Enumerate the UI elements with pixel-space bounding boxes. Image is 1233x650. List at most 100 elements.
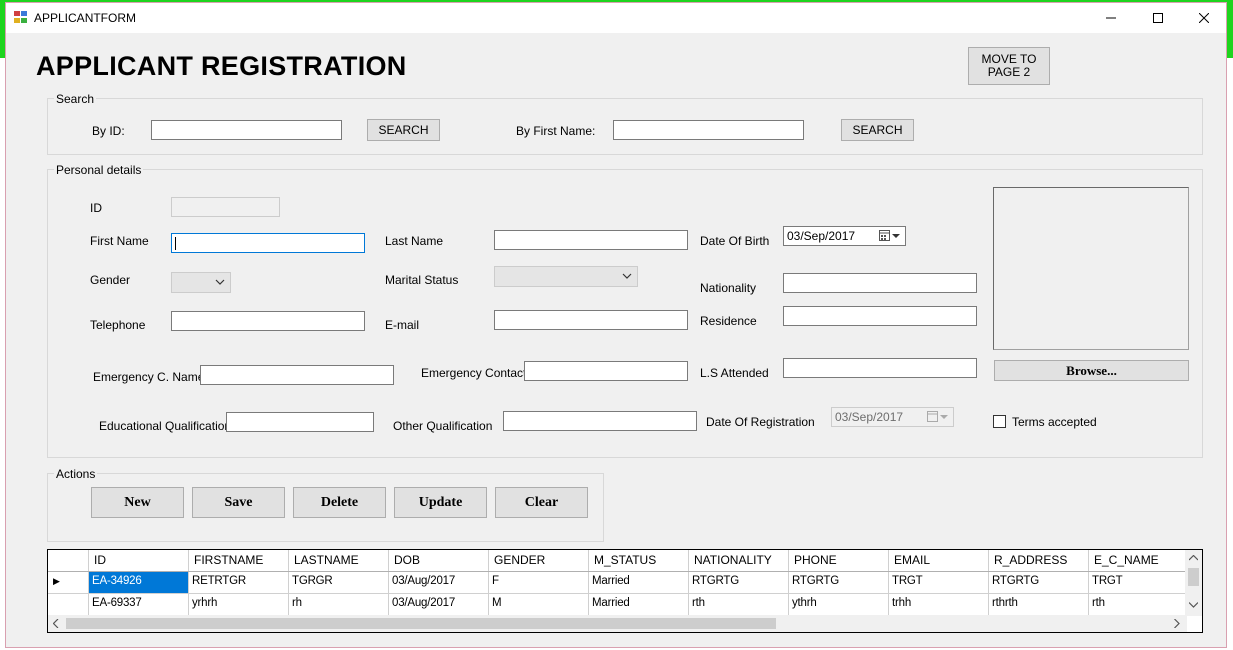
vertical-scroll-thumb[interactable] [1188, 568, 1199, 586]
title-bar[interactable]: APPLICANTFORM [6, 3, 1226, 33]
table-cell[interactable]: rth [1089, 594, 1187, 615]
table-cell[interactable]: ythrh [789, 594, 889, 615]
table-cell[interactable]: 03/Aug/2017 [389, 572, 489, 593]
table-cell[interactable]: Married [589, 572, 689, 593]
telephone-input[interactable] [171, 311, 365, 331]
table-cell[interactable]: TRGT [1089, 572, 1187, 593]
terms-checkbox[interactable] [993, 415, 1006, 428]
actions-group-title: Actions [54, 467, 98, 481]
table-cell[interactable]: M [489, 594, 589, 615]
id-field [171, 197, 280, 217]
marital-status-select[interactable] [494, 266, 638, 287]
by-first-name-label: By First Name: [516, 124, 596, 138]
table-cell[interactable]: 03/Aug/2017 [389, 594, 489, 615]
column-header[interactable]: LASTNAME [289, 550, 389, 571]
column-header[interactable]: DOB [389, 550, 489, 571]
column-header[interactable]: M_STATUS [589, 550, 689, 571]
chevron-down-icon [622, 273, 632, 279]
table-cell[interactable]: TRGT [889, 572, 989, 593]
date-of-birth-label: Date Of Birth [700, 234, 770, 248]
row-selector[interactable] [48, 594, 89, 615]
table-cell[interactable]: yrhrh [189, 594, 289, 615]
grid-header-row: ID FIRSTNAME LASTNAME DOB GENDER M_STATU… [48, 550, 1187, 572]
table-cell[interactable]: RETRTGR [189, 572, 289, 593]
other-qualification-input[interactable] [503, 411, 697, 431]
table-cell[interactable]: rthrth [989, 594, 1089, 615]
table-cell[interactable]: EA-34926 [89, 572, 189, 593]
minimize-button[interactable] [1088, 3, 1134, 33]
table-cell[interactable]: F [489, 572, 589, 593]
table-cell[interactable]: TGRGR [289, 572, 389, 593]
date-of-registration-value: 03/Sep/2017 [835, 410, 904, 424]
emergency-name-label: Emergency C. Name [93, 370, 205, 384]
table-cell[interactable]: RTGRTG [789, 572, 889, 593]
current-row-icon: ▶ [53, 576, 60, 586]
maximize-button[interactable] [1135, 3, 1181, 33]
search-by-first-name-input[interactable] [613, 120, 804, 140]
table-row[interactable]: ▶ EA-34926 RETRTGR TGRGR 03/Aug/2017 F M… [48, 572, 1187, 594]
calendar-dropdown-icon [879, 230, 900, 241]
scroll-up-icon[interactable] [1189, 555, 1198, 561]
scroll-right-icon[interactable] [1174, 619, 1180, 628]
column-header[interactable]: R_ADDRESS [989, 550, 1089, 571]
emergency-name-input[interactable] [200, 365, 394, 385]
date-of-birth-picker[interactable]: 03/Sep/2017 [783, 226, 906, 246]
educational-qualification-label: Educational Qualification [99, 419, 232, 433]
search-by-id-button[interactable]: SEARCH [367, 119, 440, 141]
window-title: APPLICANTFORM [34, 11, 137, 25]
by-id-label: By ID: [92, 124, 125, 138]
scroll-down-icon[interactable] [1189, 602, 1198, 608]
ls-attended-input[interactable] [783, 358, 977, 378]
table-cell[interactable]: rh [289, 594, 389, 615]
column-header[interactable]: ID [89, 550, 189, 571]
browse-button[interactable]: Browse... [994, 360, 1189, 381]
gender-label: Gender [90, 273, 131, 287]
table-cell[interactable]: EA-69337 [89, 594, 189, 615]
column-header[interactable]: E_C_NAME [1089, 550, 1187, 571]
applicant-photo [993, 187, 1189, 350]
calendar-dropdown-icon [927, 411, 948, 422]
new-button[interactable]: New [91, 487, 184, 518]
educational-qualification-input[interactable] [226, 412, 374, 432]
first-name-input[interactable] [171, 233, 365, 253]
horizontal-scrollbar[interactable] [48, 615, 1187, 632]
table-row[interactable]: EA-69337 yrhrh rh 03/Aug/2017 M Married … [48, 594, 1187, 616]
clear-button[interactable]: Clear [495, 487, 588, 518]
close-button[interactable] [1181, 3, 1227, 33]
table-cell[interactable]: RTGRTG [989, 572, 1089, 593]
residence-label: Residence [700, 314, 757, 328]
table-cell[interactable]: trhh [889, 594, 989, 615]
table-cell[interactable]: Married [589, 594, 689, 615]
update-button[interactable]: Update [394, 487, 487, 518]
save-button[interactable]: Save [192, 487, 285, 518]
search-by-id-input[interactable] [151, 120, 342, 140]
date-of-registration-label: Date Of Registration [706, 415, 815, 429]
telephone-label: Telephone [90, 318, 146, 332]
column-header[interactable]: PHONE [789, 550, 889, 571]
column-header[interactable]: EMAIL [889, 550, 989, 571]
email-label: E-mail [385, 318, 420, 332]
table-cell[interactable]: rth [689, 594, 789, 615]
row-selector[interactable]: ▶ [48, 572, 89, 593]
text-caret [175, 237, 176, 250]
column-header[interactable]: FIRSTNAME [189, 550, 289, 571]
delete-button[interactable]: Delete [293, 487, 386, 518]
emergency-contact-input[interactable] [524, 361, 688, 381]
move-to-page-2-button[interactable]: MOVE TO PAGE 2 [968, 47, 1050, 85]
chevron-down-icon [215, 279, 225, 285]
scroll-left-icon[interactable] [53, 619, 59, 628]
column-header[interactable]: NATIONALITY [689, 550, 789, 571]
column-header[interactable]: GENDER [489, 550, 589, 571]
table-cell[interactable]: RTGRTG [689, 572, 789, 593]
applicants-grid[interactable]: ID FIRSTNAME LASTNAME DOB GENDER M_STATU… [47, 549, 1203, 633]
vertical-scrollbar[interactable] [1185, 550, 1202, 616]
last-name-input[interactable] [494, 230, 688, 250]
other-qualification-label: Other Qualification [393, 419, 493, 433]
email-input[interactable] [494, 310, 688, 330]
nationality-input[interactable] [783, 273, 977, 293]
gender-select[interactable] [171, 272, 231, 293]
residence-input[interactable] [783, 306, 977, 326]
search-by-first-name-button[interactable]: SEARCH [841, 119, 914, 141]
emergency-contact-label: Emergency Contact [421, 366, 527, 380]
horizontal-scroll-thumb[interactable] [66, 618, 776, 629]
